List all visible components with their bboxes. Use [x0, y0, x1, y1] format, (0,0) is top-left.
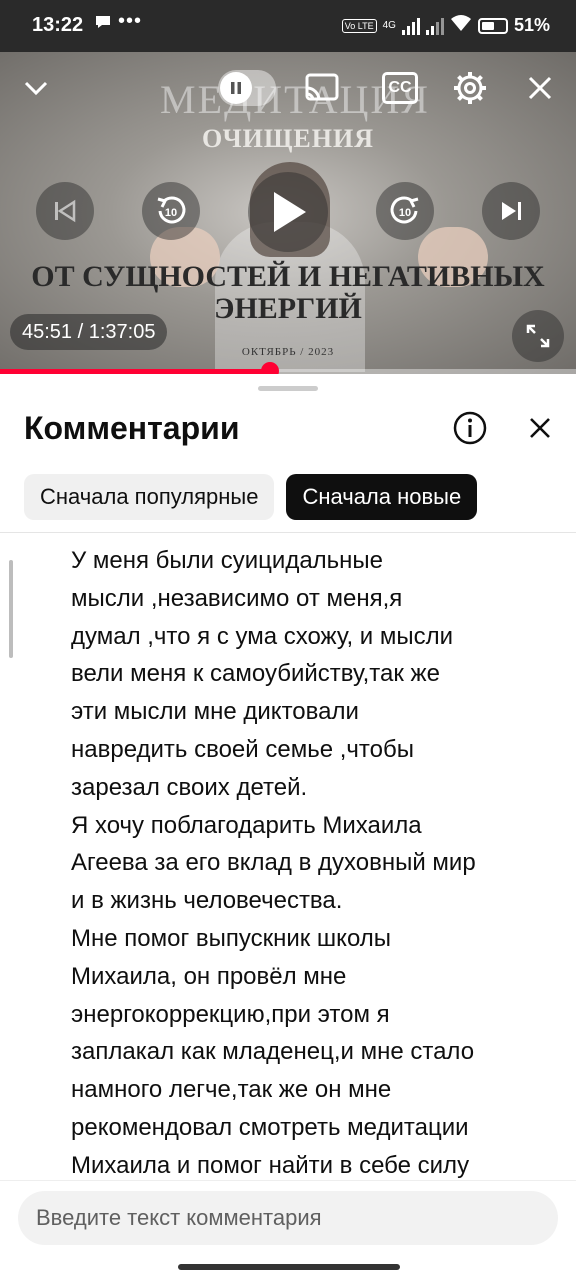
close-player-icon[interactable] — [526, 74, 554, 107]
comments-sheet: Комментарии Сначала популярные Сначала н… — [0, 374, 576, 1281]
status-icons: Vo LTE 4G 51% — [341, 14, 550, 37]
status-time: 13:22 — [32, 14, 84, 36]
status-bar: 13:22 ••• Vo LTE 4G 51% — [0, 0, 576, 52]
wifi-icon — [450, 14, 472, 37]
close-comments-icon[interactable] — [522, 410, 558, 446]
sort-chips: Сначала популярные Сначала новые — [24, 474, 478, 520]
comment-line: У меня были суицидальные — [71, 547, 384, 574]
time-display: 45:51 / 1:37:05 — [10, 314, 168, 350]
rewind-label: 10 — [165, 207, 177, 219]
next-icon[interactable] — [482, 182, 540, 240]
comment-line: думал ,что я с ума схожу, и мысли — [71, 622, 454, 650]
gesture-nav-bar — [178, 1264, 400, 1270]
comment-text: У меня были суицидальные мысли ,независим… — [71, 542, 557, 1180]
battery-icon — [477, 17, 508, 34]
signal-2-icon — [425, 17, 444, 35]
battery-percent: 51% — [513, 15, 550, 35]
comment-line: Михаила и помог найти в себе силу — [71, 1151, 470, 1179]
forward-label: 10 — [399, 207, 411, 219]
video-title-line3: ОТ СУЩНОСТЕЙ И НЕГАТИВНЫХ — [31, 260, 545, 293]
comment-line: заплакал как младенец,и мне стало — [71, 1038, 475, 1066]
fullscreen-icon[interactable] — [512, 310, 564, 362]
drag-handle[interactable] — [258, 386, 318, 391]
captions-label: CC — [388, 79, 412, 96]
comment-line: вели меня к самоубийству,так же — [71, 660, 440, 688]
chip-popular-first[interactable]: Сначала популярные — [24, 474, 275, 520]
scrollbar[interactable] — [9, 560, 13, 658]
video-player[interactable]: МЕДИТАЦИЯ ОЧИЩЕНИЯ ОТ СУЩНОСТЕЙ И НЕГАТИ… — [0, 52, 576, 374]
network-type: 4G — [382, 20, 396, 31]
chip-newest-first[interactable]: Сначала новые — [286, 474, 478, 520]
cast-icon[interactable] — [304, 72, 340, 109]
forward-10-icon[interactable]: 10 — [376, 182, 434, 240]
info-icon[interactable] — [452, 410, 488, 446]
autoplay-toggle[interactable] — [218, 70, 276, 106]
previous-icon[interactable] — [36, 182, 94, 240]
settings-gear-icon[interactable] — [452, 70, 488, 111]
comment-input[interactable]: Введите текст комментария — [18, 1191, 558, 1245]
comment-line: энергокоррекцию,при этом я — [71, 1000, 390, 1028]
comment-line: рекомендовал смотреть медитации — [71, 1113, 469, 1141]
chat-notification-icon — [94, 14, 112, 35]
signal-icon — [401, 17, 420, 35]
comment-line: намного легче,так же он мне — [71, 1076, 392, 1104]
comment-line: Мне помог выпускник школы — [71, 924, 392, 952]
comment-line: навредить своей семье ,чтобы — [71, 735, 414, 763]
captions-button[interactable]: CC — [382, 72, 418, 104]
comment-line: мысли ,независимо от меня,я — [71, 584, 403, 612]
comment-line: Я хочу поблагодарить Михаила — [71, 811, 422, 839]
rewind-10-icon[interactable]: 10 — [142, 182, 200, 240]
comment-line: зарезал своих детей. — [71, 773, 308, 801]
divider — [0, 532, 576, 533]
play-button[interactable] — [248, 172, 328, 252]
minimize-chevron-icon[interactable] — [22, 74, 50, 107]
pause-icon — [220, 72, 252, 104]
more-notifications-icon: ••• — [118, 10, 143, 32]
comments-title: Комментарии — [24, 410, 240, 446]
comment-line: и в жизнь человечества. — [71, 887, 343, 915]
comment-line: эти мысли мне диктовали — [71, 698, 359, 726]
video-title-line2: ОЧИЩЕНИЯ — [202, 124, 374, 153]
comment-line: Михаила, он провёл мне — [71, 962, 347, 990]
comment-line: Агеева за его вклад в духовный мир — [71, 849, 476, 877]
volte-icon: Vo LTE — [341, 18, 377, 33]
